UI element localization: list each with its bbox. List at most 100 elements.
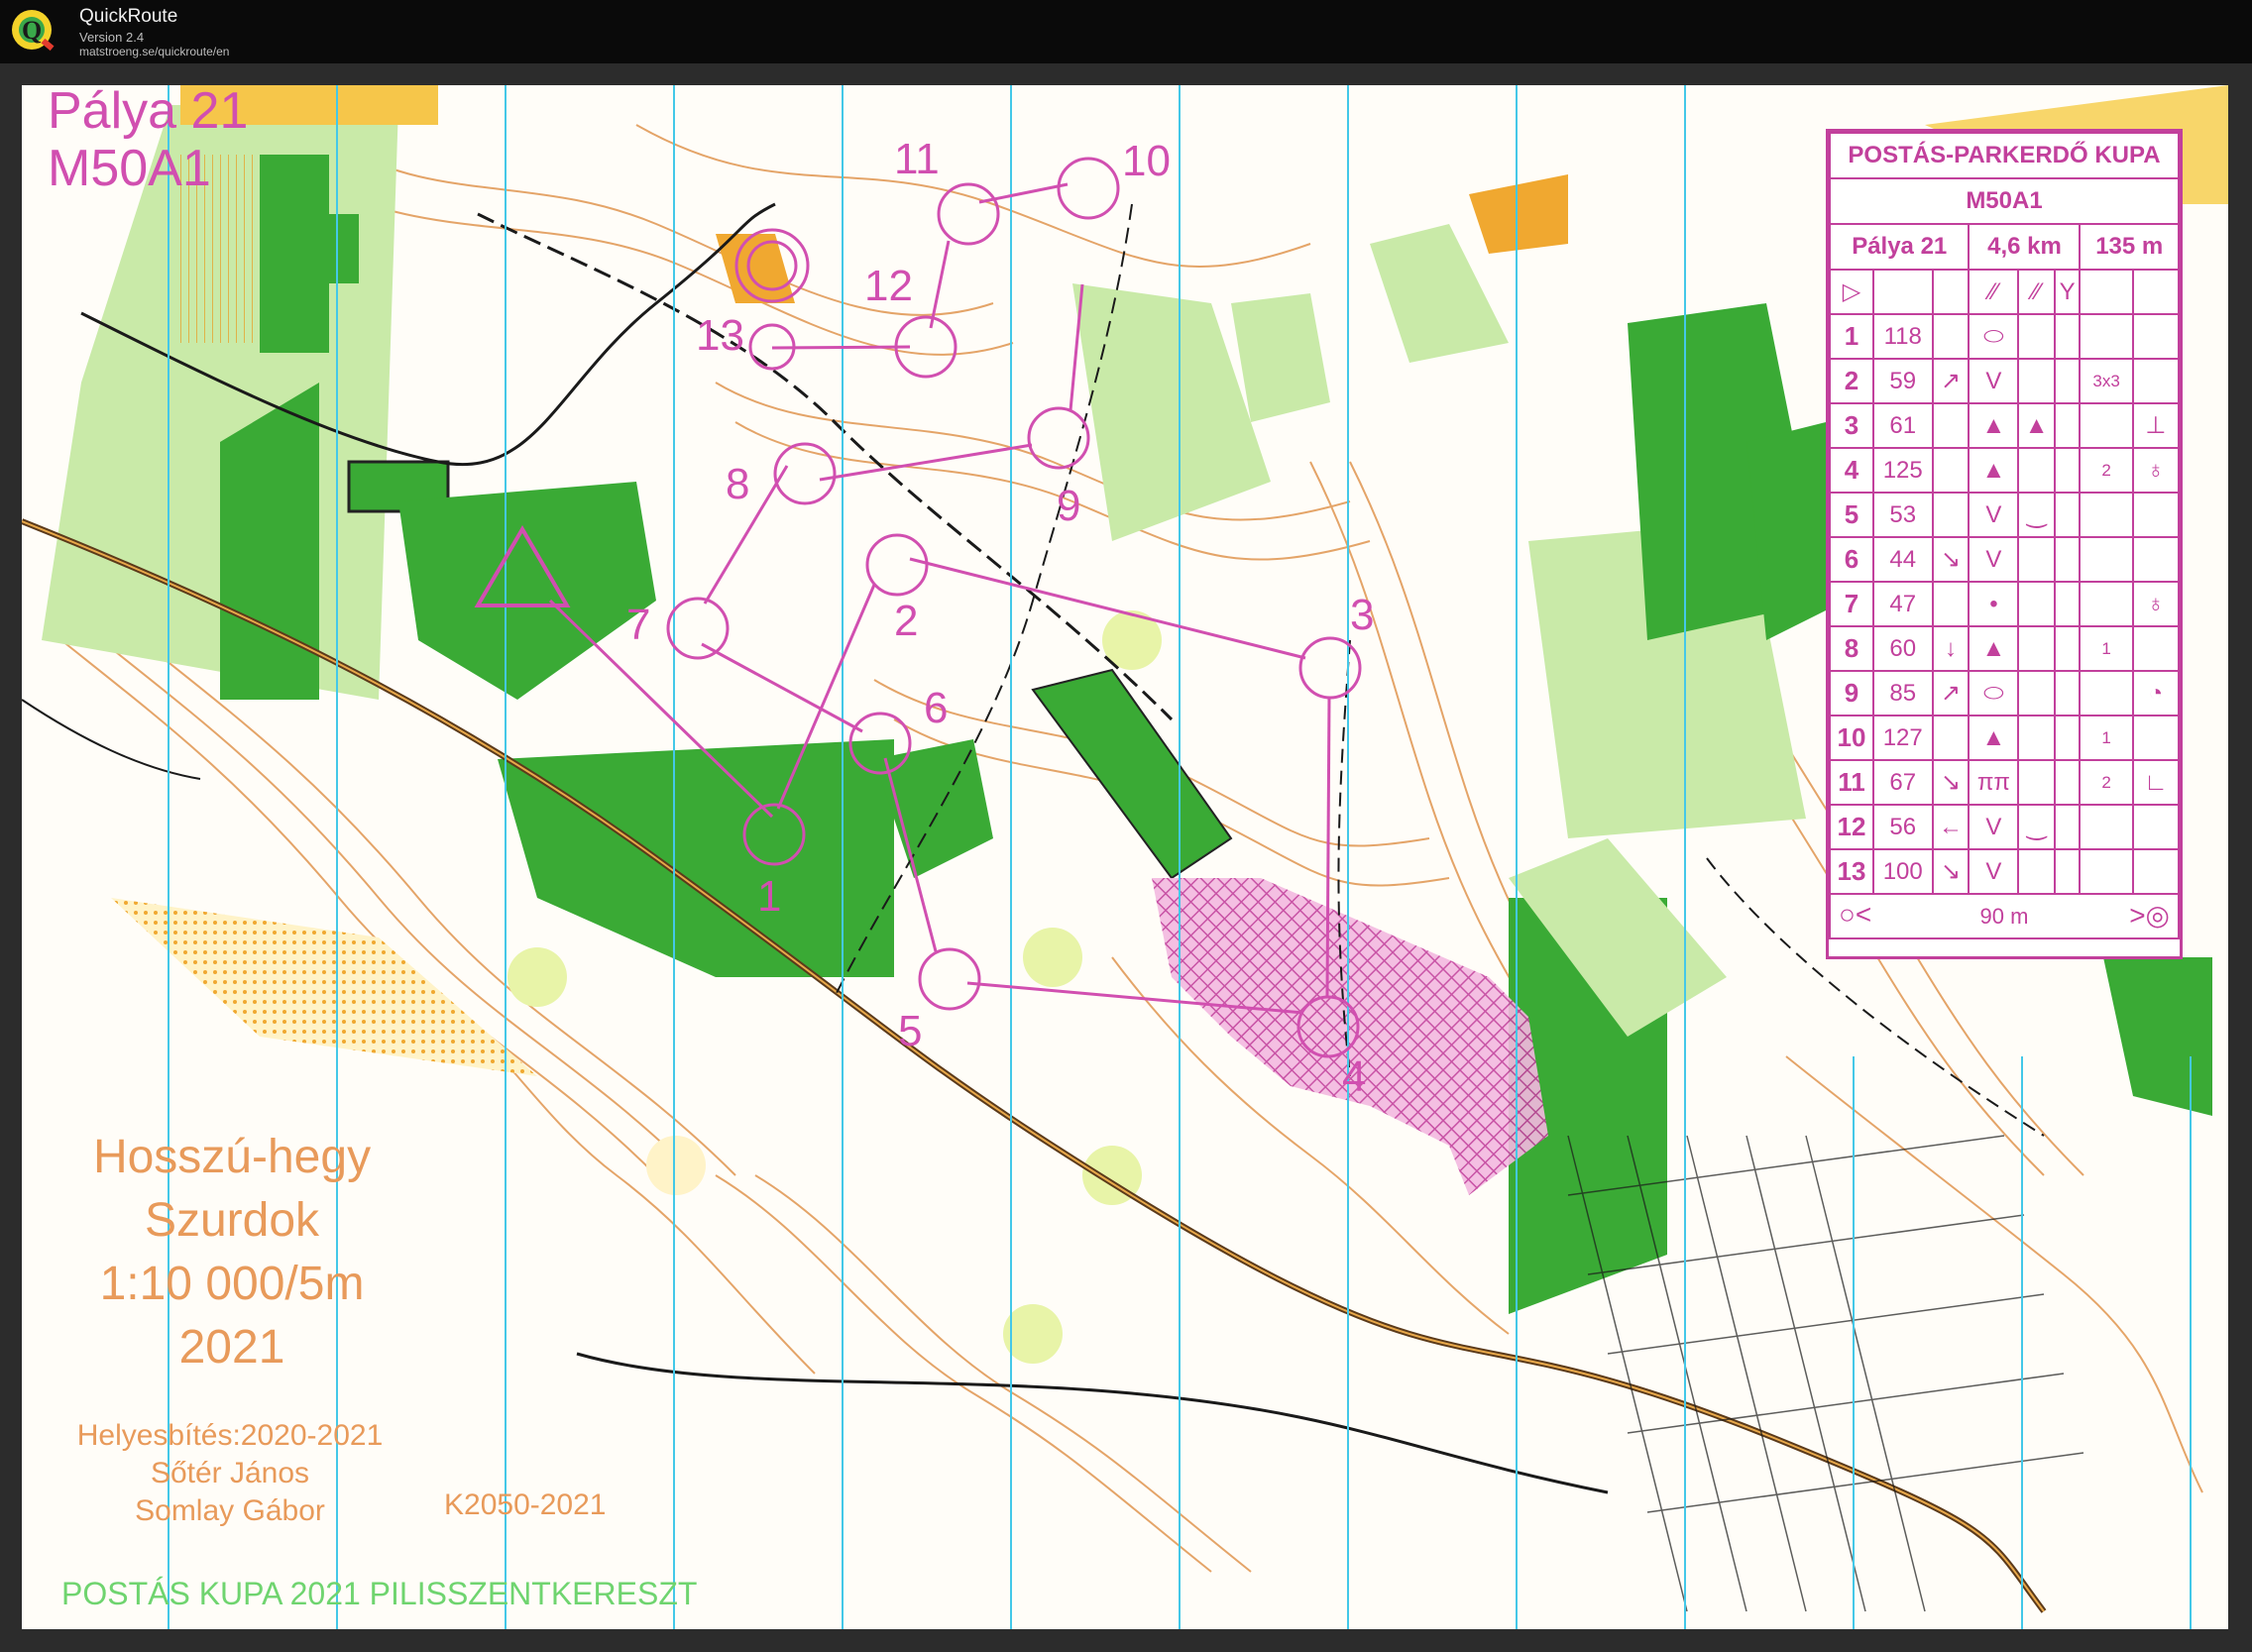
desc-extra bbox=[2131, 492, 2181, 538]
control-number-10: 10 bbox=[1122, 137, 1171, 185]
desc-direction bbox=[1931, 447, 1970, 494]
desc-feature-3 bbox=[2053, 581, 2082, 627]
desc-direction bbox=[1931, 715, 1970, 761]
desc-feature: ▲ bbox=[1968, 625, 2020, 672]
desc-feature: ▲ bbox=[1968, 715, 2020, 761]
description-row: 3 61 ▲ ▲ ⊥ bbox=[1829, 402, 2181, 449]
desc-dimension bbox=[2079, 804, 2134, 850]
desc-feature: ππ bbox=[1968, 759, 2020, 806]
control-number-13: 13 bbox=[696, 311, 744, 360]
desc-direction: ↘ bbox=[1931, 536, 1970, 583]
finish-distance: 90 m bbox=[1979, 903, 2029, 929]
description-row: 11 67 ↘ ππ 2 ∟ bbox=[1829, 759, 2181, 806]
app-url[interactable]: matstroeng.se/quickroute/en bbox=[79, 45, 229, 58]
finish-start-icon: ○< bbox=[1839, 899, 1872, 930]
description-table: POSTÁS-PARKERDŐ KUPA M50A1 Pálya 21 4,6 … bbox=[1828, 132, 2181, 939]
desc-control-number: 9 bbox=[1829, 670, 1874, 716]
description-rows: 1 118 ⬭ 2 59 ↗ V 3x3 3 61 ▲ ▲ ⊥ 4 125 ▲ 2 ♁ 5 53 V ‿ 6 44 ↘ V 7 47 •… bbox=[1829, 313, 2181, 895]
path-junction-icon: Y bbox=[2053, 269, 2082, 315]
desc-feature-3 bbox=[2053, 804, 2082, 850]
desc-dimension: 2 bbox=[2079, 759, 2134, 806]
finish-circle-icon: >◎ bbox=[2129, 900, 2170, 931]
desc-feature-2 bbox=[2017, 536, 2056, 583]
desc-feature-3 bbox=[2053, 313, 2082, 360]
control-number-4: 4 bbox=[1342, 1052, 1367, 1101]
desc-feature-2: ‿ bbox=[2017, 492, 2056, 538]
desc-extra: ♁ bbox=[2131, 447, 2181, 494]
quickroute-logo-icon: Q bbox=[12, 10, 55, 52]
control-number-12: 12 bbox=[864, 262, 913, 310]
desc-control-code: 67 bbox=[1871, 759, 1934, 806]
desc-extra: ♁ bbox=[2131, 581, 2181, 627]
author-credit-2: Somlay Gábor bbox=[135, 1494, 325, 1527]
desc-feature-2 bbox=[2017, 447, 2056, 494]
description-row: 9 85 ↗ ⬭ ◔ bbox=[1829, 670, 2181, 716]
desc-control-code: 56 bbox=[1871, 804, 1934, 850]
desc-feature-3 bbox=[2053, 402, 2082, 449]
update-credit: Helyesbítés:2020-2021 bbox=[76, 1419, 384, 1452]
desc-control-number: 8 bbox=[1829, 625, 1874, 672]
description-row: 6 44 ↘ V bbox=[1829, 536, 2181, 583]
desc-control-code: 118 bbox=[1871, 313, 1934, 360]
desc-feature-2: ▲ bbox=[2017, 402, 2056, 449]
desc-extra: ◔ bbox=[2131, 670, 2181, 716]
description-row: 2 59 ↗ V 3x3 bbox=[1829, 358, 2181, 404]
control-number-7: 7 bbox=[626, 601, 651, 649]
event-name: POSTÁS KUPA 2021 PILISSZENTKERESZT bbox=[61, 1576, 698, 1611]
desc-control-number: 13 bbox=[1829, 848, 1874, 895]
description-row: 12 56 ← V ‿ bbox=[1829, 804, 2181, 850]
desc-course: Pálya 21 bbox=[1828, 223, 1970, 271]
map-permit: K2050-2021 bbox=[444, 1488, 607, 1521]
desc-direction bbox=[1931, 581, 1970, 627]
desc-control-code: 44 bbox=[1871, 536, 1934, 583]
desc-dimension: 3x3 bbox=[2079, 358, 2134, 404]
finish-row: ○< 90 m >◎ bbox=[1829, 893, 2180, 939]
desc-feature-2 bbox=[2017, 581, 2056, 627]
desc-dimension bbox=[2079, 536, 2134, 583]
description-row: 7 47 • ♁ bbox=[1829, 581, 2181, 627]
desc-feature-2 bbox=[2017, 759, 2056, 806]
desc-feature-2 bbox=[2017, 358, 2056, 404]
desc-feature-2 bbox=[2017, 313, 2056, 360]
desc-extra: ⊥ bbox=[2131, 402, 2181, 449]
author-credit-1: Sőtér János bbox=[150, 1457, 310, 1489]
path-crossing-icon: ⁄⁄ bbox=[1968, 269, 2020, 315]
description-row: 8 60 ↓ ▲ 1 bbox=[1829, 625, 2181, 672]
desc-feature-2 bbox=[2017, 625, 2056, 672]
desc-control-number: 5 bbox=[1829, 492, 1874, 538]
desc-dimension bbox=[2079, 848, 2134, 895]
desc-feature-3 bbox=[2053, 492, 2082, 538]
desc-feature-3 bbox=[2053, 848, 2082, 895]
course-class: M50A1 bbox=[48, 140, 211, 197]
description-row: 13 100 ↘ V bbox=[1829, 848, 2181, 895]
desc-direction: ↗ bbox=[1931, 670, 1970, 716]
desc-control-code: 100 bbox=[1871, 848, 1934, 895]
desc-control-number: 12 bbox=[1829, 804, 1874, 850]
control-number-5: 5 bbox=[898, 1007, 923, 1055]
desc-extra bbox=[2131, 715, 2181, 761]
desc-feature-2: ‿ bbox=[2017, 804, 2056, 850]
map-name-line2: Szurdok bbox=[144, 1194, 320, 1247]
desc-extra bbox=[2131, 804, 2181, 850]
control-number-1: 1 bbox=[757, 872, 782, 921]
desc-feature: • bbox=[1968, 581, 2020, 627]
desc-direction: ← bbox=[1931, 804, 1970, 850]
desc-feature-3 bbox=[2053, 625, 2082, 672]
desc-feature: ⬭ bbox=[1968, 313, 2020, 360]
desc-control-code: 125 bbox=[1871, 447, 1934, 494]
desc-climb: 135 m bbox=[2079, 223, 2180, 271]
desc-control-number: 2 bbox=[1829, 358, 1874, 404]
desc-extra: ∟ bbox=[2131, 759, 2181, 806]
desc-event: POSTÁS-PARKERDŐ KUPA bbox=[1829, 132, 2180, 179]
desc-control-number: 1 bbox=[1829, 313, 1874, 360]
desc-control-number: 6 bbox=[1829, 536, 1874, 583]
desc-dimension bbox=[2079, 313, 2134, 360]
desc-direction bbox=[1931, 313, 1970, 360]
app-version: Version 2.4 bbox=[79, 30, 145, 45]
desc-extra bbox=[2131, 625, 2181, 672]
title-bar: Q QuickRoute Version 2.4 matstroeng.se/q… bbox=[0, 0, 2252, 63]
desc-dimension: 1 bbox=[2079, 715, 2134, 761]
desc-feature-2 bbox=[2017, 848, 2056, 895]
desc-direction: ↘ bbox=[1931, 759, 1970, 806]
desc-dimension bbox=[2079, 581, 2134, 627]
